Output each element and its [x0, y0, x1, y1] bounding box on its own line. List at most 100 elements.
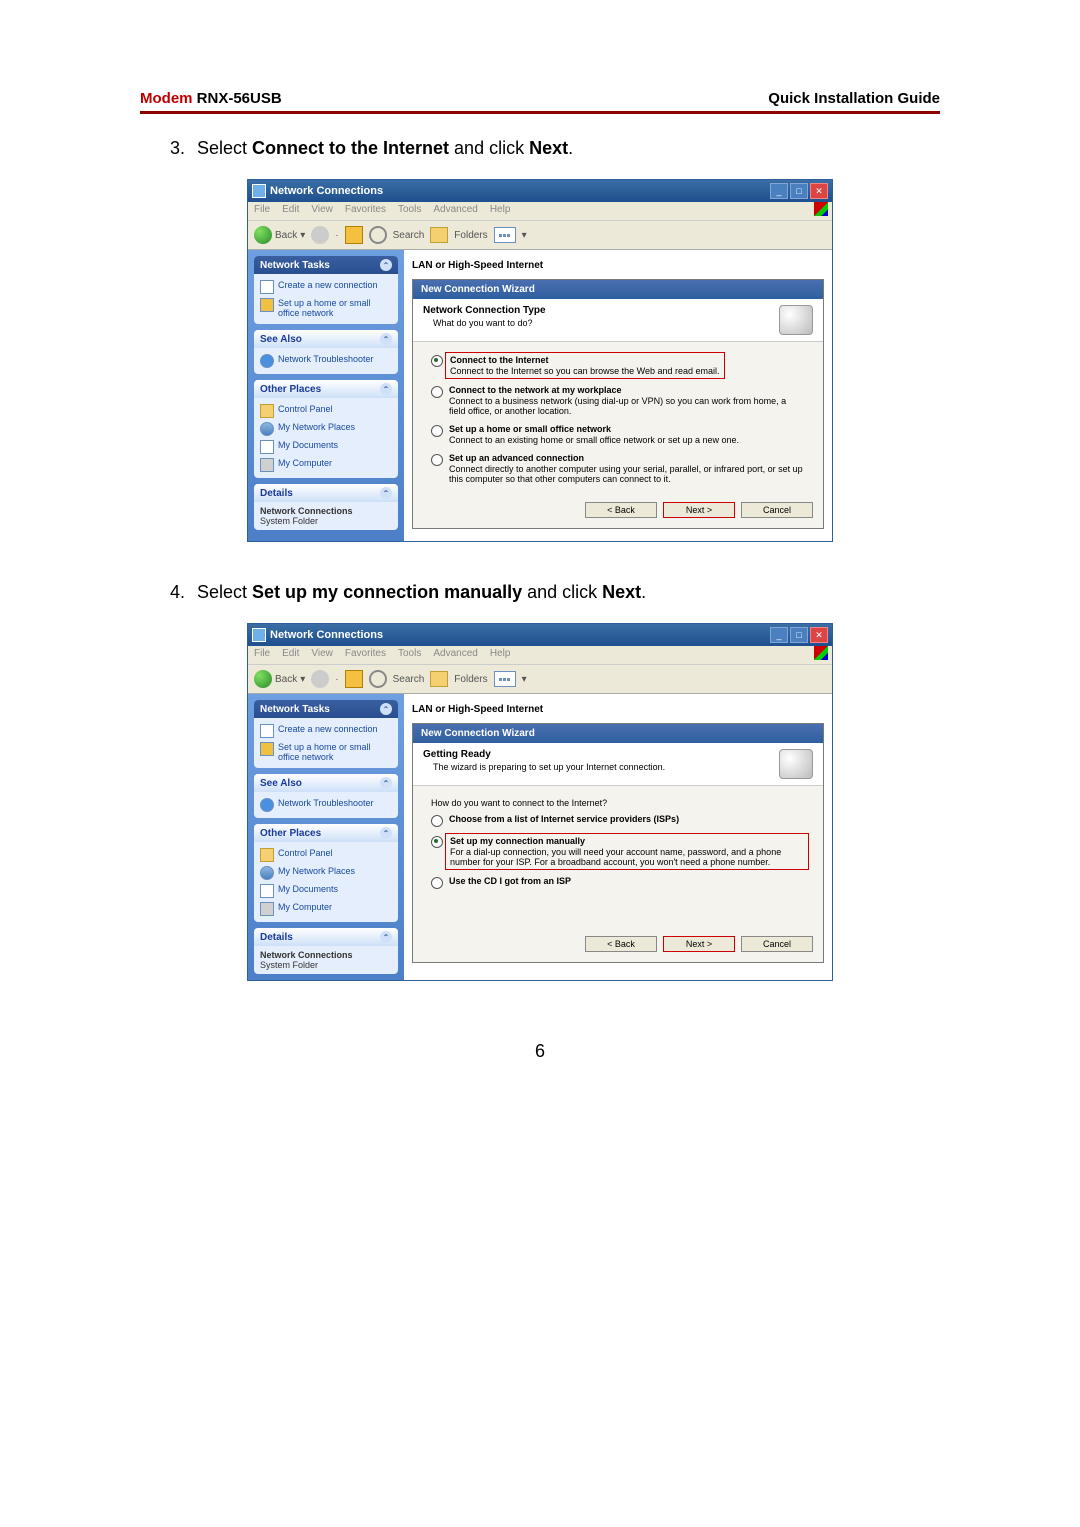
- menubar: File Edit View Favorites Tools Advanced …: [248, 202, 832, 221]
- sidebar-item-control-panel[interactable]: Control Panel: [260, 846, 392, 864]
- menu-view[interactable]: View: [311, 648, 333, 662]
- menu-help[interactable]: Help: [490, 648, 511, 662]
- menu-tools[interactable]: Tools: [398, 204, 421, 218]
- sidebar-item-my-documents[interactable]: My Documents: [260, 882, 392, 900]
- menu-edit[interactable]: Edit: [282, 648, 299, 662]
- wizard-icon: [779, 305, 813, 335]
- menu-edit[interactable]: Edit: [282, 204, 299, 218]
- minimize-button[interactable]: _: [770, 627, 788, 643]
- wizard-head-sub: The wizard is preparing to set up your I…: [433, 762, 665, 772]
- shield-icon: [260, 298, 274, 312]
- folders-icon[interactable]: [430, 227, 448, 243]
- brand-model: RNX-56USB: [197, 90, 282, 107]
- back-button[interactable]: Back ▾: [254, 670, 305, 688]
- forward-button[interactable]: [311, 670, 329, 688]
- search-label[interactable]: Search: [393, 230, 425, 241]
- shield-icon: [260, 742, 274, 756]
- window-icon: [252, 628, 266, 642]
- connection-icon: [260, 724, 274, 738]
- cancel-button[interactable]: Cancel: [741, 936, 813, 952]
- next-button[interactable]: Next >: [663, 502, 735, 518]
- info-icon: [260, 798, 274, 812]
- forward-button[interactable]: [311, 226, 329, 244]
- wizard-title: New Connection Wizard: [413, 280, 823, 299]
- radio-title: Choose from a list of Internet service p…: [449, 814, 679, 824]
- computer-icon: [260, 458, 274, 472]
- screenshot-1: Network Connections _ □ ✕ File Edit View…: [247, 179, 833, 542]
- radio-title: Set up an advanced connection: [449, 453, 805, 463]
- menu-help[interactable]: Help: [490, 204, 511, 218]
- back-button[interactable]: < Back: [585, 936, 657, 952]
- radio-option[interactable]: Set up an advanced connectionConnect dir…: [431, 453, 805, 484]
- search-label[interactable]: Search: [393, 674, 425, 685]
- search-icon[interactable]: [369, 670, 387, 688]
- radio-option[interactable]: Connect to the InternetConnect to the In…: [431, 354, 805, 377]
- sidebar-item-create-connection[interactable]: Create a new connection: [260, 278, 392, 296]
- panel-details[interactable]: Details⌃: [254, 928, 398, 946]
- menu-advanced[interactable]: Advanced: [433, 648, 477, 662]
- screenshot-2: Network Connections _ □ ✕ File Edit View…: [247, 623, 833, 981]
- radio-option[interactable]: Set up my connection manuallyFor a dial-…: [431, 835, 805, 868]
- back-button[interactable]: < Back: [585, 502, 657, 518]
- menu-favorites[interactable]: Favorites: [345, 204, 386, 218]
- menu-file[interactable]: File: [254, 648, 270, 662]
- radio-icon: [431, 836, 443, 848]
- menu-advanced[interactable]: Advanced: [433, 204, 477, 218]
- search-icon[interactable]: [369, 226, 387, 244]
- panel-see-also[interactable]: See Also⌃: [254, 774, 398, 792]
- wizard-head-sub: What do you want to do?: [433, 318, 546, 328]
- radio-option[interactable]: Use the CD I got from an ISP: [431, 876, 805, 889]
- maximize-button[interactable]: □: [790, 183, 808, 199]
- radio-option[interactable]: Connect to the network at my workplaceCo…: [431, 385, 805, 416]
- radio-title: Set up a home or small office network: [449, 424, 739, 434]
- sidebar-item-network-places[interactable]: My Network Places: [260, 864, 392, 882]
- menu-tools[interactable]: Tools: [398, 648, 421, 662]
- folders-label[interactable]: Folders: [454, 230, 487, 241]
- sidebar-item-control-panel[interactable]: Control Panel: [260, 402, 392, 420]
- folders-label[interactable]: Folders: [454, 674, 487, 685]
- radio-icon: [431, 425, 443, 437]
- folder-icon: [260, 848, 274, 862]
- up-button[interactable]: [345, 226, 363, 244]
- chevron-up-icon: ⌃: [380, 931, 392, 943]
- radio-option[interactable]: Set up a home or small office networkCon…: [431, 424, 805, 445]
- sidebar-item-my-documents[interactable]: My Documents: [260, 438, 392, 456]
- menu-favorites[interactable]: Favorites: [345, 648, 386, 662]
- wizard-dialog: New Connection Wizard Getting Ready The …: [412, 723, 824, 963]
- chevron-up-icon: ⌃: [380, 383, 392, 395]
- radio-desc: Connect to the Internet so you can brows…: [450, 366, 720, 376]
- cancel-button[interactable]: Cancel: [741, 502, 813, 518]
- maximize-button[interactable]: □: [790, 627, 808, 643]
- panel-see-also[interactable]: See Also⌃: [254, 330, 398, 348]
- views-button[interactable]: [494, 671, 516, 687]
- panel-other-places[interactable]: Other Places⌃: [254, 380, 398, 398]
- panel-other-places[interactable]: Other Places⌃: [254, 824, 398, 842]
- radio-option[interactable]: Choose from a list of Internet service p…: [431, 814, 805, 827]
- folders-icon[interactable]: [430, 671, 448, 687]
- folder-icon: [260, 404, 274, 418]
- sidebar-item-setup-network[interactable]: Set up a home or small office network: [260, 740, 392, 764]
- page-number: 6: [140, 1041, 940, 1062]
- next-button[interactable]: Next >: [663, 936, 735, 952]
- panel-network-tasks[interactable]: Network Tasks⌃: [254, 256, 398, 274]
- back-button[interactable]: Back ▾: [254, 226, 305, 244]
- views-button[interactable]: [494, 227, 516, 243]
- panel-details[interactable]: Details⌃: [254, 484, 398, 502]
- close-button[interactable]: ✕: [810, 627, 828, 643]
- menu-view[interactable]: View: [311, 204, 333, 218]
- sidebar-item-my-computer[interactable]: My Computer: [260, 456, 392, 474]
- minimize-button[interactable]: _: [770, 183, 788, 199]
- up-button[interactable]: [345, 670, 363, 688]
- menu-file[interactable]: File: [254, 204, 270, 218]
- sidebar-item-troubleshooter[interactable]: Network Troubleshooter: [260, 352, 392, 370]
- sidebar-item-my-computer[interactable]: My Computer: [260, 900, 392, 918]
- sidebar: Network Tasks⌃ Create a new connection S…: [248, 250, 404, 541]
- sidebar-item-create-connection[interactable]: Create a new connection: [260, 722, 392, 740]
- wizard-head-title: Network Connection Type: [423, 305, 546, 316]
- sidebar-item-setup-network[interactable]: Set up a home or small office network: [260, 296, 392, 320]
- panel-network-tasks[interactable]: Network Tasks⌃: [254, 700, 398, 718]
- sidebar-item-network-places[interactable]: My Network Places: [260, 420, 392, 438]
- brand: Modem RNX-56USB: [140, 90, 282, 107]
- close-button[interactable]: ✕: [810, 183, 828, 199]
- sidebar-item-troubleshooter[interactable]: Network Troubleshooter: [260, 796, 392, 814]
